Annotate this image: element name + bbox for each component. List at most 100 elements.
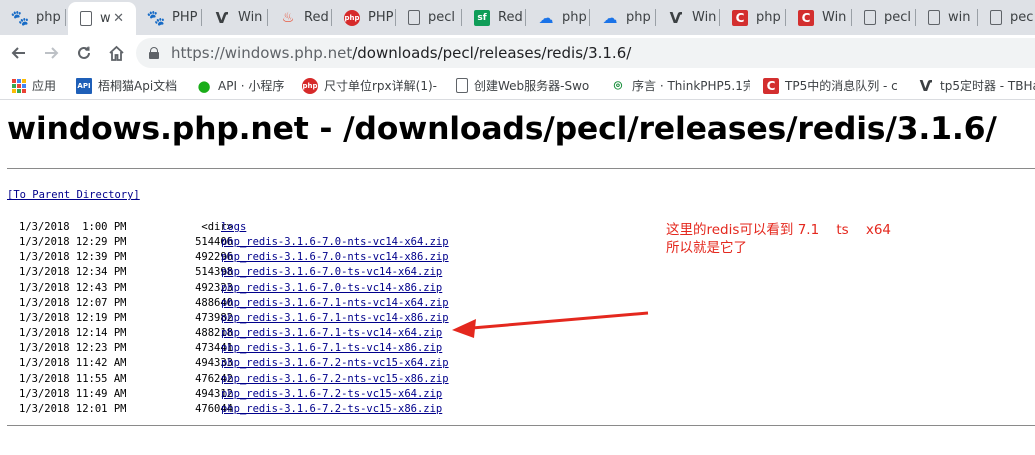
c-icon: C <box>763 77 779 94</box>
tab-15[interactable]: pec <box>978 0 1035 35</box>
forward-button[interactable] <box>40 41 64 65</box>
page-title: windows.php.net - /downloads/pecl/releas… <box>7 111 997 147</box>
ring-icon: ⌾ <box>613 77 623 94</box>
php-icon: php <box>302 77 318 94</box>
close-icon[interactable]: ✕ <box>113 11 124 26</box>
entry-size: <dir> <box>201 221 233 233</box>
reload-icon <box>78 46 90 59</box>
tab-title: pec <box>1010 10 1034 25</box>
bookmark-thinkphp[interactable]: ⌾ 序言 · ThinkPHP5.1完 <box>610 77 750 94</box>
reload-button[interactable] <box>72 41 96 65</box>
annotation-line-2: 所以就是它了 <box>666 240 747 256</box>
entry-size: 494312 <box>195 387 233 400</box>
entry-link[interactable]: php_redis-3.1.6-7.0-ts-vc14-x64.zip <box>221 265 442 280</box>
bookmark-label: 尺寸单位rpx详解(1)- <box>324 79 437 93</box>
entry-link[interactable]: php_redis-3.1.6-7.2-nts-vc15-x64.zip <box>221 356 449 371</box>
entry-size: 514398 <box>195 266 233 279</box>
tab-7[interactable]: sf Red <box>462 0 526 35</box>
bookmark-swoole[interactable]: 创建Web服务器-Swo <box>456 77 594 94</box>
entry-link[interactable]: php_redis-3.1.6-7.1-ts-vc14-x86.zip <box>221 341 442 356</box>
url-text[interactable]: https://windows.php.net/downloads/pecl/r… <box>171 44 631 62</box>
document-icon <box>80 11 92 26</box>
tab-13[interactable]: pecl <box>852 0 916 35</box>
home-icon <box>108 45 124 61</box>
entry-size: 488218 <box>195 327 233 340</box>
tab-4[interactable]: ♨ Red <box>268 0 332 35</box>
tab-title: php <box>562 10 587 25</box>
tab-title: php <box>626 10 651 25</box>
tab-title: Red <box>498 10 523 25</box>
entry-size: 473441 <box>195 342 233 355</box>
tab-title: PHP <box>172 10 198 25</box>
entry-link[interactable]: php_redis-3.1.6-7.0-nts-vc14-x64.zip <box>221 235 449 250</box>
cloud-icon: ☁ <box>538 8 554 27</box>
tab-14[interactable]: win <box>916 0 978 35</box>
divider-top <box>7 168 1035 169</box>
entry-size: 492296 <box>195 251 233 264</box>
entry-link[interactable]: logs <box>221 220 246 235</box>
tab-title: pecl <box>884 10 912 25</box>
bookmark-label: 创建Web服务器-Swo <box>474 79 590 93</box>
tab-1-active[interactable]: w ✕ <box>68 2 136 35</box>
divider-bottom <box>7 425 1035 426</box>
cloud-icon: ☁ <box>602 8 618 27</box>
tab-10[interactable]: Ѵ Win <box>656 0 720 35</box>
entry-link[interactable]: php_redis-3.1.6-7.0-ts-vc14-x86.zip <box>221 281 442 296</box>
bookmark-api-doc[interactable]: API 梧桐猫Api文档 <box>76 77 177 94</box>
home-button[interactable] <box>104 41 128 65</box>
parent-directory-link[interactable]: [To Parent Directory] <box>7 189 140 201</box>
tab-3[interactable]: Ѵ Win <box>202 0 268 35</box>
entry-link[interactable]: php_redis-3.1.6-7.0-nts-vc14-x86.zip <box>221 250 449 265</box>
tab-title: Win <box>238 10 263 25</box>
bookmark-tp5-timer[interactable]: Ѵ tp5定时器 - TBHa <box>918 77 1035 94</box>
vee-icon: Ѵ <box>919 77 933 94</box>
lock-icon <box>149 47 159 59</box>
back-button[interactable] <box>6 41 30 65</box>
tab-11[interactable]: C php <box>720 0 786 35</box>
back-arrow-icon <box>11 47 25 59</box>
document-icon <box>928 10 940 25</box>
tab-5[interactable]: php PHP <box>332 0 396 35</box>
entry-size: 492323 <box>195 281 233 294</box>
bookmark-tp5-queue[interactable]: C TP5中的消息队列 - c <box>763 77 903 94</box>
tab-12[interactable]: C Win <box>786 0 852 35</box>
tab-title: w <box>100 11 111 26</box>
entry-size: 514406 <box>195 236 233 249</box>
api-icon: API <box>76 77 92 94</box>
tab-title: win <box>948 10 971 25</box>
tab-2[interactable]: 🐾 PHP <box>136 0 202 35</box>
entry-link[interactable]: php_redis-3.1.6-7.1-nts-vc14-x86.zip <box>221 311 449 326</box>
entry-size: 476044 <box>195 402 233 415</box>
vee-icon: Ѵ <box>215 8 229 27</box>
entry-size: 473982 <box>195 311 233 324</box>
tab-title: php <box>36 10 61 25</box>
tab-strip: 🐾 php w ✕ 🐾 PHP Ѵ Win ♨ Red php PHP pecl… <box>0 0 1035 35</box>
bookmark-label: 序言 · ThinkPHP5.1完 <box>632 79 750 93</box>
php-icon: php <box>344 9 360 26</box>
tab-title: PHP <box>368 10 394 25</box>
tab-title: Red <box>304 10 329 25</box>
entry-link[interactable]: php_redis-3.1.6-7.1-ts-vc14-x64.zip <box>221 326 442 341</box>
document-icon <box>990 10 1002 25</box>
tab-6[interactable]: pecl <box>396 0 462 35</box>
apps-icon <box>12 78 26 93</box>
address-bar[interactable]: https://windows.php.net/downloads/pecl/r… <box>136 38 1035 68</box>
entry-link[interactable]: php_redis-3.1.6-7.2-ts-vc15-x64.zip <box>221 387 442 402</box>
entry-link[interactable]: php_redis-3.1.6-7.1-nts-vc14-x64.zip <box>221 296 449 311</box>
bookmark-miniprogram[interactable]: ● API · 小程序 <box>196 77 284 94</box>
wechat-icon: ● <box>197 77 211 94</box>
tab-0[interactable]: 🐾 php <box>0 0 66 35</box>
bookmark-label: TP5中的消息队列 - c <box>785 79 898 93</box>
c-icon: C <box>732 9 748 26</box>
tab-8[interactable]: ☁ php <box>526 0 590 35</box>
bookmark-apps[interactable]: 应用 <box>12 77 56 94</box>
url-host: https://windows.php.net <box>171 44 353 62</box>
tab-title: php <box>756 10 781 25</box>
entry-link[interactable]: php_redis-3.1.6-7.2-ts-vc15-x86.zip <box>221 402 442 417</box>
bookmark-label: 梧桐猫Api文档 <box>98 79 178 93</box>
bookmark-rpx[interactable]: php 尺寸单位rpx详解(1)- <box>302 77 444 94</box>
entry-link[interactable]: php_redis-3.1.6-7.2-nts-vc15-x86.zip <box>221 372 449 387</box>
entry-size: 476242 <box>195 372 233 385</box>
tab-9[interactable]: ☁ php <box>590 0 656 35</box>
entry-size: 488640 <box>195 296 233 309</box>
